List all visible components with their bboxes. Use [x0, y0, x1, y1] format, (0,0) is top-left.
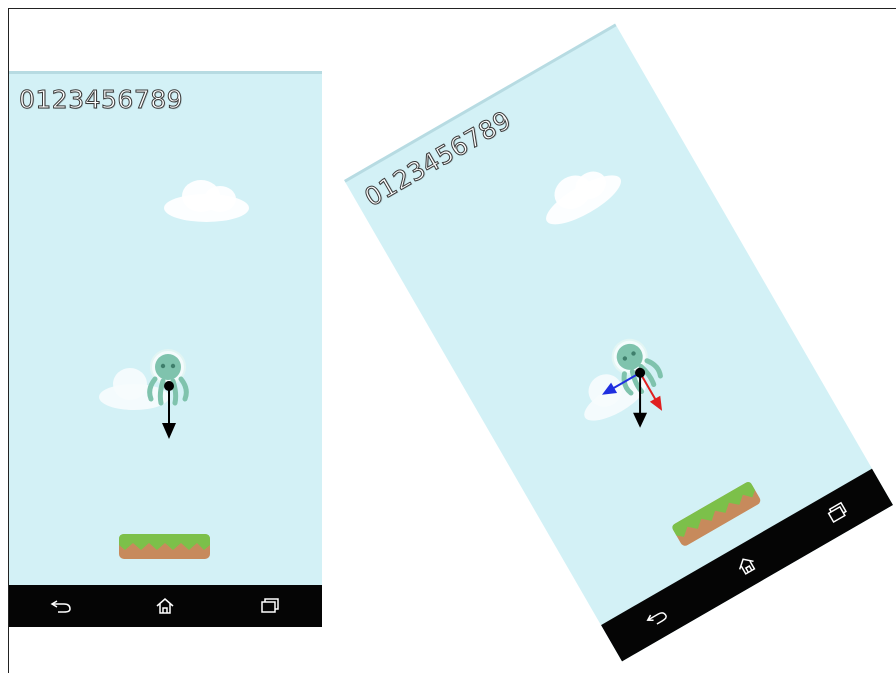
device-y-axis-arrow [609, 371, 641, 392]
home-icon [739, 558, 756, 575]
recent-apps-icon [827, 501, 847, 524]
game-screen-upright[interactable]: 0123456789 [9, 71, 322, 627]
back-icon [50, 600, 71, 613]
recent-apps-button[interactable] [250, 591, 290, 621]
game-screen-tilted[interactable]: 0123456789 [344, 23, 894, 662]
frame-top-border [8, 8, 896, 9]
grass-platform [119, 534, 210, 559]
home-button[interactable] [145, 591, 185, 621]
recent-apps-icon [261, 598, 279, 613]
navigation-bar [9, 585, 322, 627]
home-icon [156, 598, 174, 614]
back-icon [646, 612, 668, 625]
back-button[interactable] [41, 591, 81, 621]
sensor-vector-overlay [601, 367, 663, 428]
